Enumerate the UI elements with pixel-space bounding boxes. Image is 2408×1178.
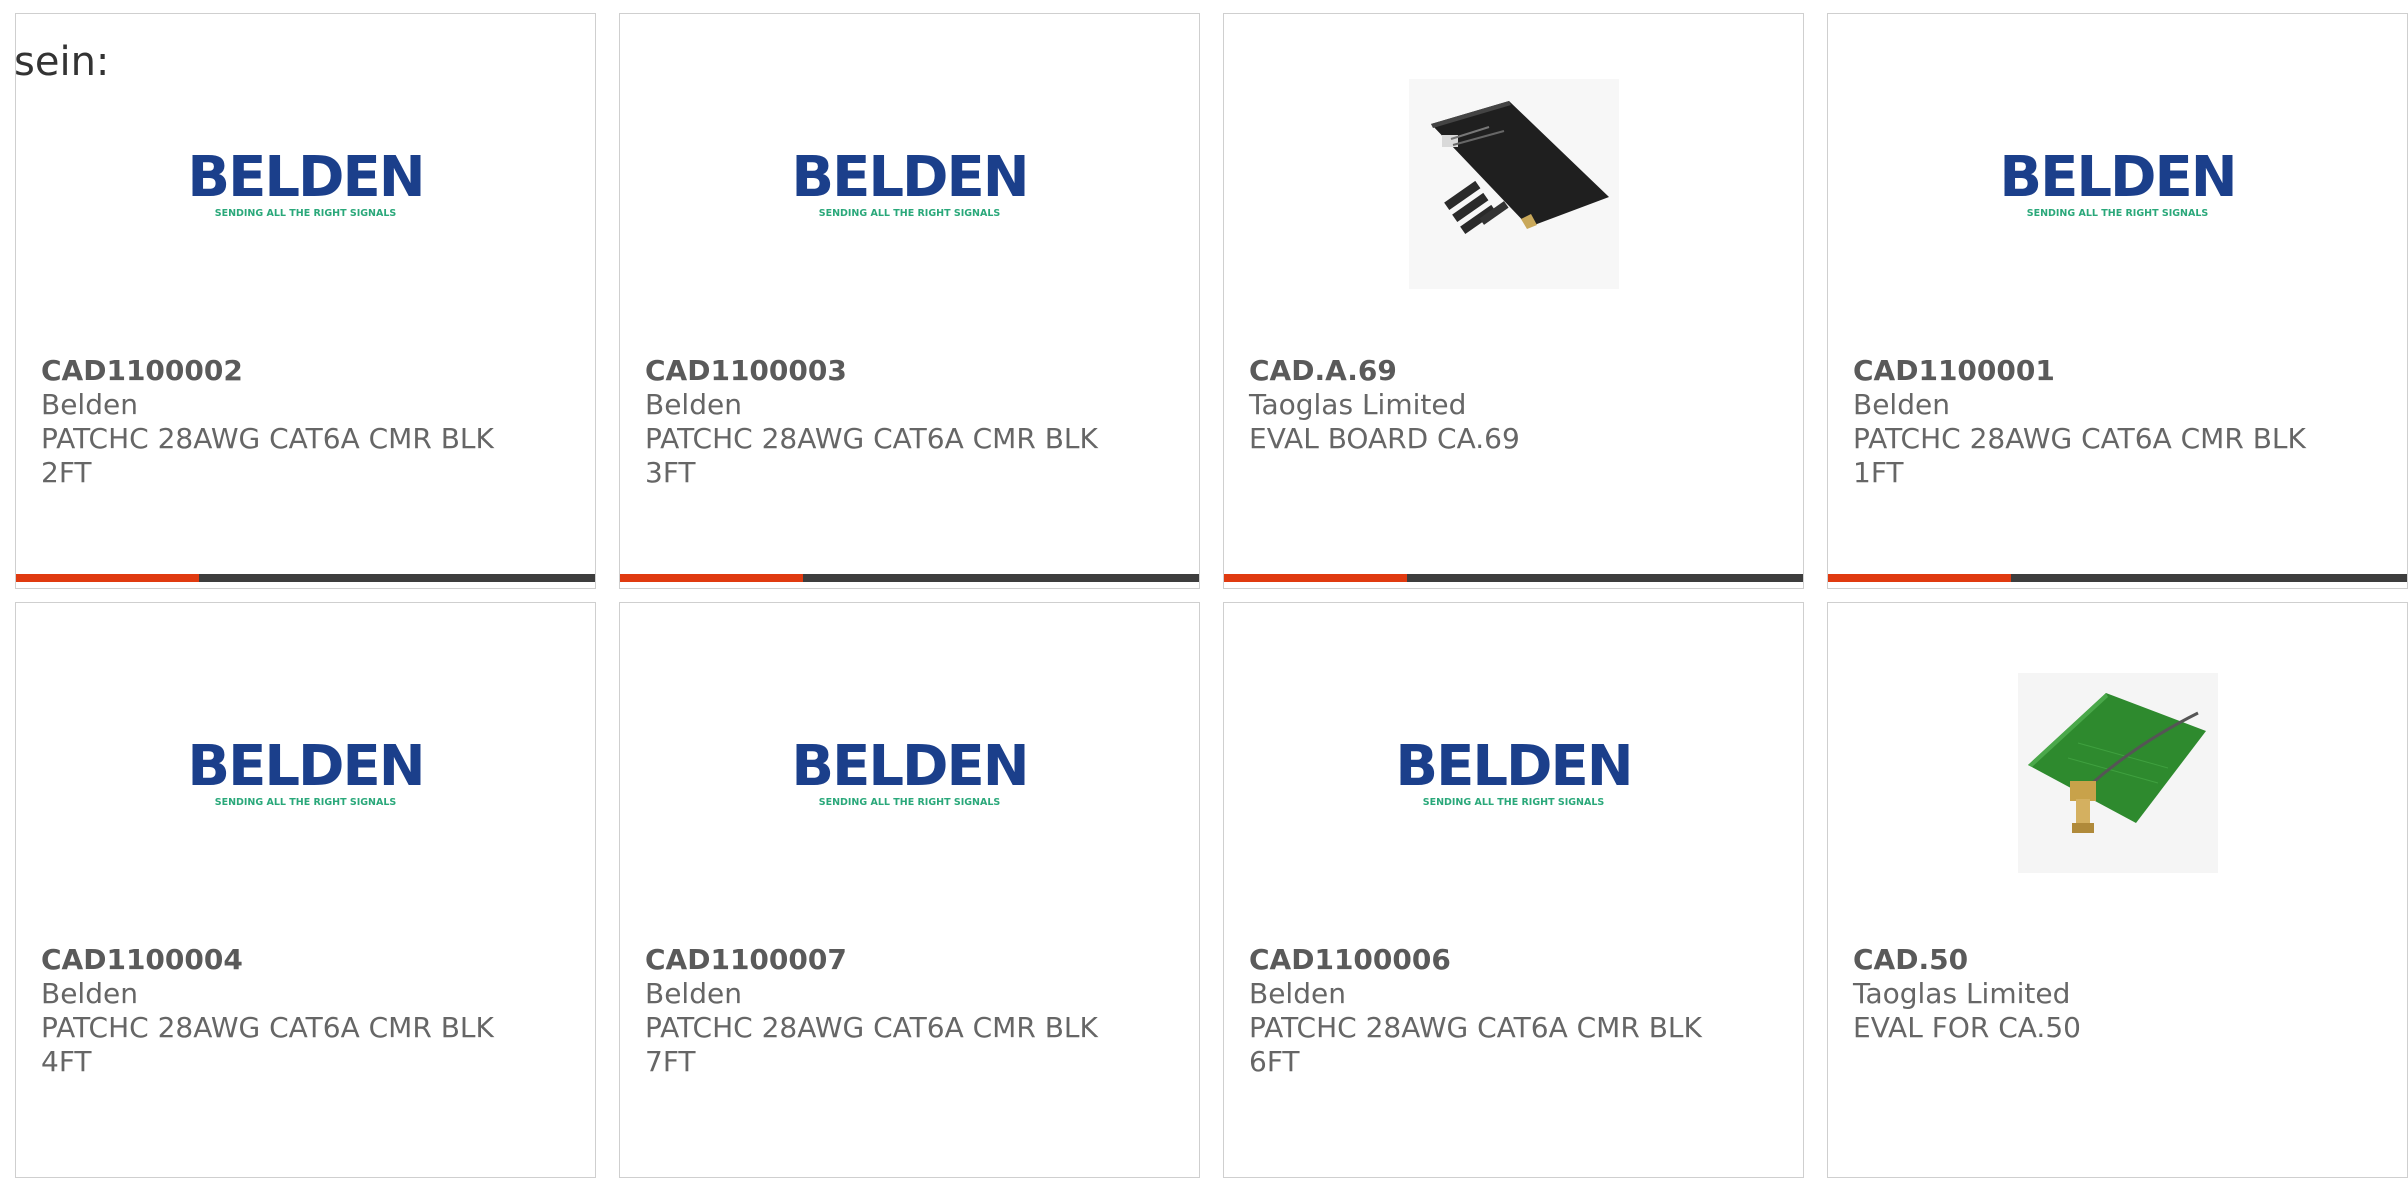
card-footer-bar <box>620 574 1199 582</box>
product-info: CAD.A.69 Taoglas Limited EVAL BOARD CA.6… <box>1249 354 1783 456</box>
product-card[interactable]: BELDEN SENDING ALL THE RIGHT SIGNALS CAD… <box>15 602 596 1178</box>
belden-logo: BELDEN SENDING ALL THE RIGHT SIGNALS <box>187 738 425 808</box>
card-footer-bar <box>1828 574 2407 582</box>
product-image[interactable]: BELDEN SENDING ALL THE RIGHT SIGNALS <box>16 663 595 883</box>
product-card[interactable]: CAD.50 Taoglas Limited EVAL FOR CA.50 <box>1827 602 2408 1178</box>
logo-word: BELDEN <box>187 144 425 210</box>
product-info: CAD.50 Taoglas Limited EVAL FOR CA.50 <box>1853 943 2387 1045</box>
manufacturer: Belden <box>41 977 138 1010</box>
belden-logo: BELDEN SENDING ALL THE RIGHT SIGNALS <box>791 149 1029 219</box>
description-line-2: 7FT <box>645 1045 696 1078</box>
product-info: CAD1100006 Belden PATCHC 28AWG CAT6A CMR… <box>1249 943 1783 1079</box>
part-number[interactable]: CAD1100004 <box>41 943 575 977</box>
logo-tagline: SENDING ALL THE RIGHT SIGNALS <box>818 796 1001 808</box>
part-number[interactable]: CAD.50 <box>1853 943 2387 977</box>
manufacturer: Belden <box>1249 977 1346 1010</box>
product-image[interactable]: BELDEN SENDING ALL THE RIGHT SIGNALS <box>620 74 1199 294</box>
card-footer-bar <box>16 574 595 582</box>
product-info: CAD1100002 Belden PATCHC 28AWG CAT6A CMR… <box>41 354 575 490</box>
description-line-2: 3FT <box>645 456 696 489</box>
card-footer-accent <box>620 574 803 582</box>
part-number[interactable]: CAD.A.69 <box>1249 354 1783 388</box>
logo-tagline: SENDING ALL THE RIGHT SIGNALS <box>2026 207 2209 219</box>
description-line-2: 1FT <box>1853 456 1904 489</box>
description-line-1: PATCHC 28AWG CAT6A CMR BLK <box>41 422 494 455</box>
card-footer-bar <box>1224 574 1803 582</box>
card-footer-accent <box>1828 574 2011 582</box>
logo-word: BELDEN <box>1395 733 1633 799</box>
product-grid: BELDEN SENDING ALL THE RIGHT SIGNALS CAD… <box>0 0 2408 1178</box>
product-image[interactable] <box>1828 663 2407 883</box>
manufacturer: Belden <box>41 388 138 421</box>
product-info: CAD1100004 Belden PATCHC 28AWG CAT6A CMR… <box>41 943 575 1079</box>
product-card[interactable]: BELDEN SENDING ALL THE RIGHT SIGNALS CAD… <box>15 13 596 589</box>
belden-logo: BELDEN SENDING ALL THE RIGHT SIGNALS <box>187 149 425 219</box>
part-number[interactable]: CAD1100007 <box>645 943 1179 977</box>
product-card[interactable]: BELDEN SENDING ALL THE RIGHT SIGNALS CAD… <box>619 13 1200 589</box>
logo-word: BELDEN <box>791 144 1029 210</box>
product-image[interactable]: BELDEN SENDING ALL THE RIGHT SIGNALS <box>16 74 595 294</box>
part-number[interactable]: CAD1100001 <box>1853 354 2387 388</box>
logo-word: BELDEN <box>791 733 1029 799</box>
card-footer-accent <box>1224 574 1407 582</box>
logo-word: BELDEN <box>1999 144 2237 210</box>
product-card[interactable]: CAD.A.69 Taoglas Limited EVAL BOARD CA.6… <box>1223 13 1804 589</box>
manufacturer: Taoglas Limited <box>1853 977 2071 1010</box>
product-info: CAD1100007 Belden PATCHC 28AWG CAT6A CMR… <box>645 943 1179 1079</box>
part-number[interactable]: CAD1100002 <box>41 354 575 388</box>
card-footer-accent <box>16 574 199 582</box>
logo-tagline: SENDING ALL THE RIGHT SIGNALS <box>214 796 397 808</box>
belden-logo: BELDEN SENDING ALL THE RIGHT SIGNALS <box>1395 738 1633 808</box>
belden-logo: BELDEN SENDING ALL THE RIGHT SIGNALS <box>1999 149 2237 219</box>
product-card[interactable]: BELDEN SENDING ALL THE RIGHT SIGNALS CAD… <box>619 602 1200 1178</box>
description-line-2: 2FT <box>41 456 92 489</box>
manufacturer: Belden <box>645 977 742 1010</box>
part-number[interactable]: CAD1100003 <box>645 354 1179 388</box>
product-card[interactable]: BELDEN SENDING ALL THE RIGHT SIGNALS CAD… <box>1827 13 2408 589</box>
description-line-1: EVAL BOARD CA.69 <box>1249 422 1520 455</box>
belden-logo: BELDEN SENDING ALL THE RIGHT SIGNALS <box>791 738 1029 808</box>
logo-tagline: SENDING ALL THE RIGHT SIGNALS <box>1422 796 1605 808</box>
description-line-1: PATCHC 28AWG CAT6A CMR BLK <box>645 1011 1098 1044</box>
logo-tagline: SENDING ALL THE RIGHT SIGNALS <box>818 207 1001 219</box>
product-image[interactable]: BELDEN SENDING ALL THE RIGHT SIGNALS <box>1828 74 2407 294</box>
description-line-1: EVAL FOR CA.50 <box>1853 1011 2081 1044</box>
manufacturer: Belden <box>1853 388 1950 421</box>
manufacturer: Belden <box>645 388 742 421</box>
logo-word: BELDEN <box>187 733 425 799</box>
product-image[interactable] <box>1224 74 1803 294</box>
product-card[interactable]: BELDEN SENDING ALL THE RIGHT SIGNALS CAD… <box>1223 602 1804 1178</box>
intro-text: sein: <box>14 39 110 85</box>
product-info: CAD1100001 Belden PATCHC 28AWG CAT6A CMR… <box>1853 354 2387 490</box>
logo-tagline: SENDING ALL THE RIGHT SIGNALS <box>214 207 397 219</box>
description-line-2: 4FT <box>41 1045 92 1078</box>
manufacturer: Taoglas Limited <box>1249 388 1467 421</box>
description-line-2: 6FT <box>1249 1045 1300 1078</box>
black-eval-board-photo <box>1408 79 1619 289</box>
description-line-1: PATCHC 28AWG CAT6A CMR BLK <box>1249 1011 1702 1044</box>
product-image[interactable]: BELDEN SENDING ALL THE RIGHT SIGNALS <box>620 663 1199 883</box>
description-line-1: PATCHC 28AWG CAT6A CMR BLK <box>41 1011 494 1044</box>
product-info: CAD1100003 Belden PATCHC 28AWG CAT6A CMR… <box>645 354 1179 490</box>
description-line-1: PATCHC 28AWG CAT6A CMR BLK <box>1853 422 2306 455</box>
green-antenna-board-photo <box>2017 673 2218 873</box>
part-number[interactable]: CAD1100006 <box>1249 943 1783 977</box>
product-image[interactable]: BELDEN SENDING ALL THE RIGHT SIGNALS <box>1224 663 1803 883</box>
description-line-1: PATCHC 28AWG CAT6A CMR BLK <box>645 422 1098 455</box>
